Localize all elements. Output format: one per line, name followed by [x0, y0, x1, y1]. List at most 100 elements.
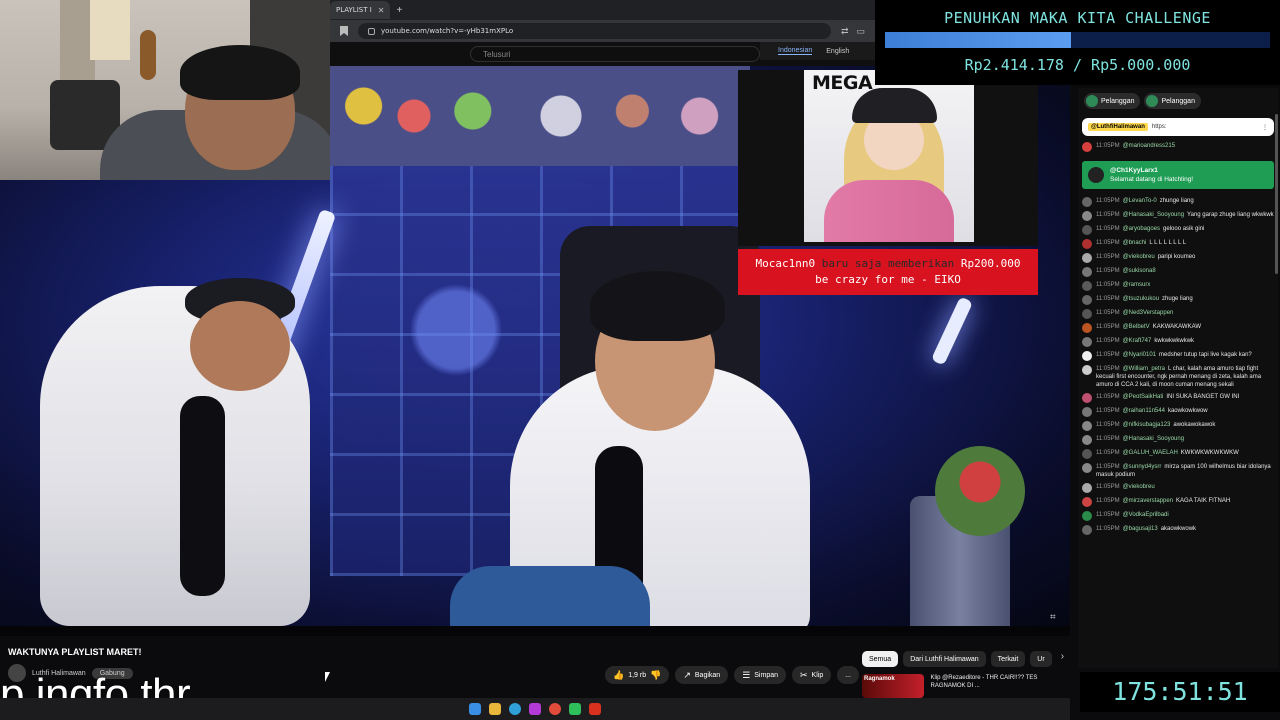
avatar[interactable] — [1082, 267, 1092, 277]
chat-author[interactable]: @VodkaEprilbadi — [1123, 512, 1169, 518]
like-button[interactable]: 👍 1,9 rb 👎 — [605, 666, 670, 684]
avatar[interactable] — [1082, 197, 1092, 207]
avatar[interactable] — [1082, 483, 1092, 493]
save-button[interactable]: ☰ Simpan — [734, 666, 786, 684]
chat-author[interactable]: @tsuzukukou — [1123, 296, 1159, 302]
bookmark-icon[interactable] — [340, 26, 348, 36]
url-field[interactable]: youtube.com/watch?v=-yHb31mXPLo — [358, 23, 831, 39]
chat-message[interactable]: 11:05PM @nifkisubagja123 awokawokawok — [1082, 421, 1274, 431]
windows-start-icon[interactable] — [469, 703, 481, 715]
avatar[interactable] — [1082, 211, 1092, 221]
chat-message[interactable]: 11:05PM @raihan11n544 kaowkowkwow — [1082, 407, 1274, 417]
chat-author[interactable]: @LevanTo-0 — [1123, 198, 1157, 204]
chat-message[interactable]: 11:05PM @Hanasaki_Sooyoung — [1082, 435, 1274, 445]
avatar[interactable] — [1082, 435, 1092, 445]
avatar[interactable] — [1082, 463, 1092, 473]
chat-message[interactable]: 11:05PM @Ned3Verstappen — [1082, 309, 1274, 319]
more-vert-icon[interactable]: ⋮ — [1262, 124, 1268, 131]
rec-title[interactable]: Klip @Rezaeditore - THR CAIR!!?? TES RAG… — [930, 674, 1052, 700]
browser-tab[interactable]: PLAYLIST I ✕ — [330, 1, 391, 19]
chat-message[interactable]: 11:05PM @bnachi L L L L L L L L — [1082, 239, 1274, 249]
filter-chip[interactable]: Ur — [1030, 651, 1052, 667]
lang-option-english[interactable]: English — [826, 48, 849, 55]
avatar[interactable] — [1082, 295, 1092, 305]
search-input[interactable]: Telusuri — [470, 46, 760, 62]
avatar[interactable] — [1082, 323, 1092, 333]
chat-author[interactable]: @William_petra — [1123, 366, 1165, 372]
avatar[interactable] — [1082, 497, 1092, 507]
chat-message[interactable]: 11:05PM @GALUH_WAELAH KWKWKWKWKWKW — [1082, 449, 1274, 459]
chat-author[interactable]: @sunnyd4ysrr — [1123, 464, 1162, 470]
chat-author[interactable]: @PeotSaikHati — [1123, 394, 1164, 400]
chat-message[interactable]: 11:05PM @LevanTo-0 zhunge liang — [1082, 197, 1274, 207]
brave-icon[interactable] — [589, 703, 601, 715]
close-icon[interactable]: ✕ — [378, 6, 385, 15]
chat-message[interactable]: 11:05PM @sunnyd4ysrr mirza spam 100 wilhel… — [1082, 463, 1274, 479]
app-icon[interactable] — [569, 703, 581, 715]
chat-scrollbar[interactable] — [1275, 114, 1278, 274]
chat-author[interactable]: @GALUH_WAELAH — [1123, 450, 1178, 456]
clip-button[interactable]: ✂ Klip — [792, 666, 832, 684]
chat-author[interactable]: @mirzaverstappen — [1123, 498, 1173, 504]
avatar[interactable] — [1082, 142, 1092, 152]
rec-thumbnail[interactable]: Ragnamok — [862, 674, 925, 698]
edge-icon[interactable] — [509, 703, 521, 715]
member-chip[interactable]: Pelanggan — [1084, 93, 1141, 109]
chat-message[interactable]: 11:05PM @ramsurx — [1082, 281, 1274, 291]
avatar[interactable] — [1082, 407, 1092, 417]
discord-icon[interactable] — [529, 703, 541, 715]
chat-message[interactable]: 11:05PM @Kraft747 kwkwkwkwkwk — [1082, 337, 1274, 347]
chat-author[interactable]: @Hanasaki_Sooyoung — [1123, 212, 1184, 218]
chat-message[interactable]: 11:05PM @sukisona8 — [1082, 267, 1274, 277]
avatar[interactable] — [1082, 225, 1092, 235]
member-chip[interactable]: Pelanggan — [1144, 93, 1201, 109]
grid-icon[interactable]: ⌗ — [1050, 612, 1056, 623]
avatar[interactable] — [1082, 525, 1092, 535]
chat-author[interactable]: @viekobreu — [1123, 484, 1155, 490]
chat-author[interactable]: @Hanasaki_Sooyoung — [1123, 436, 1184, 442]
filter-chip[interactable]: Terkait — [990, 651, 1026, 667]
chat-message[interactable]: 11:05PM @aryobagoes gelooo asik gini — [1082, 225, 1274, 235]
recommended-video[interactable]: Ragnamok Klip @Rezaeditore - THR CAIR!!?… — [862, 674, 1052, 700]
avatar[interactable] — [1082, 351, 1092, 361]
extension-icon[interactable]: ▭ — [856, 26, 865, 37]
translate-icon[interactable]: ⇄ — [841, 26, 849, 37]
filter-chip[interactable]: Dari Luthfi Halimawan — [903, 651, 986, 667]
chat-author[interactable]: @bagusaji13 — [1123, 526, 1158, 532]
chat-message[interactable]: 11:05PM @marioandress215 — [1082, 142, 1274, 152]
share-button[interactable]: ↗ Bagikan — [675, 666, 729, 684]
thumb-down-icon[interactable]: 👎 — [650, 670, 661, 681]
chat-message[interactable]: 11:05PM @bagusaji13 akaowkwowk — [1082, 525, 1274, 535]
chrome-icon[interactable] — [549, 703, 561, 715]
avatar[interactable] — [1082, 239, 1092, 249]
filter-chip[interactable]: Semua — [862, 651, 899, 667]
avatar[interactable] — [1082, 393, 1092, 403]
chat-author[interactable]: @nifkisubagja123 — [1123, 422, 1171, 428]
avatar[interactable] — [1082, 511, 1092, 521]
chat-message[interactable]: 11:05PM @William_petra L char, kalah ama a… — [1082, 365, 1274, 389]
avatar[interactable] — [1082, 421, 1092, 431]
avatar[interactable] — [1082, 281, 1092, 291]
chat-author[interactable]: @ramsurx — [1123, 282, 1151, 288]
chat-author[interactable]: @sukisona8 — [1123, 268, 1156, 274]
chat-message[interactable]: 11:05PM @PeotSaikHati INI SUKA BANGET GW I… — [1082, 393, 1274, 403]
chat-author[interactable]: @Ned3Verstappen — [1123, 310, 1174, 316]
chat-message[interactable]: 11:05PM @viekobreu — [1082, 483, 1274, 493]
chat-author[interactable]: @marioandress215 — [1123, 143, 1175, 149]
avatar[interactable] — [1082, 309, 1092, 319]
site-info-icon[interactable] — [368, 27, 375, 35]
pinned-message[interactable]: @LuthfiHalimawan https: ⋮ — [1082, 118, 1274, 136]
chat-author[interactable]: @bnachi — [1123, 240, 1147, 246]
chat-author[interactable]: @BelbetV — [1123, 324, 1150, 330]
chat-message[interactable]: 11:05PM @Hanasaki_Sooyoung Yang garap zhug… — [1082, 211, 1274, 221]
chat-message[interactable]: 11:05PM @mirzaverstappen KAGA TAIK FITNAH — [1082, 497, 1274, 507]
chat-message[interactable]: 11:05PM @BelbetV KAKWAKAWKAW — [1082, 323, 1274, 333]
chat-message[interactable]: 11:05PM @Nyari0101 medsher tutup tapi live… — [1082, 351, 1274, 361]
chat-author[interactable]: @raihan11n544 — [1123, 408, 1165, 414]
more-button[interactable]: ... — [837, 666, 860, 684]
avatar[interactable] — [1082, 365, 1092, 375]
chat-author[interactable]: @viekobreu — [1123, 254, 1155, 260]
chat-author[interactable]: @aryobagoes — [1123, 226, 1160, 232]
lang-option-indonesian[interactable]: Indonesian — [778, 47, 813, 55]
avatar[interactable] — [1082, 337, 1092, 347]
